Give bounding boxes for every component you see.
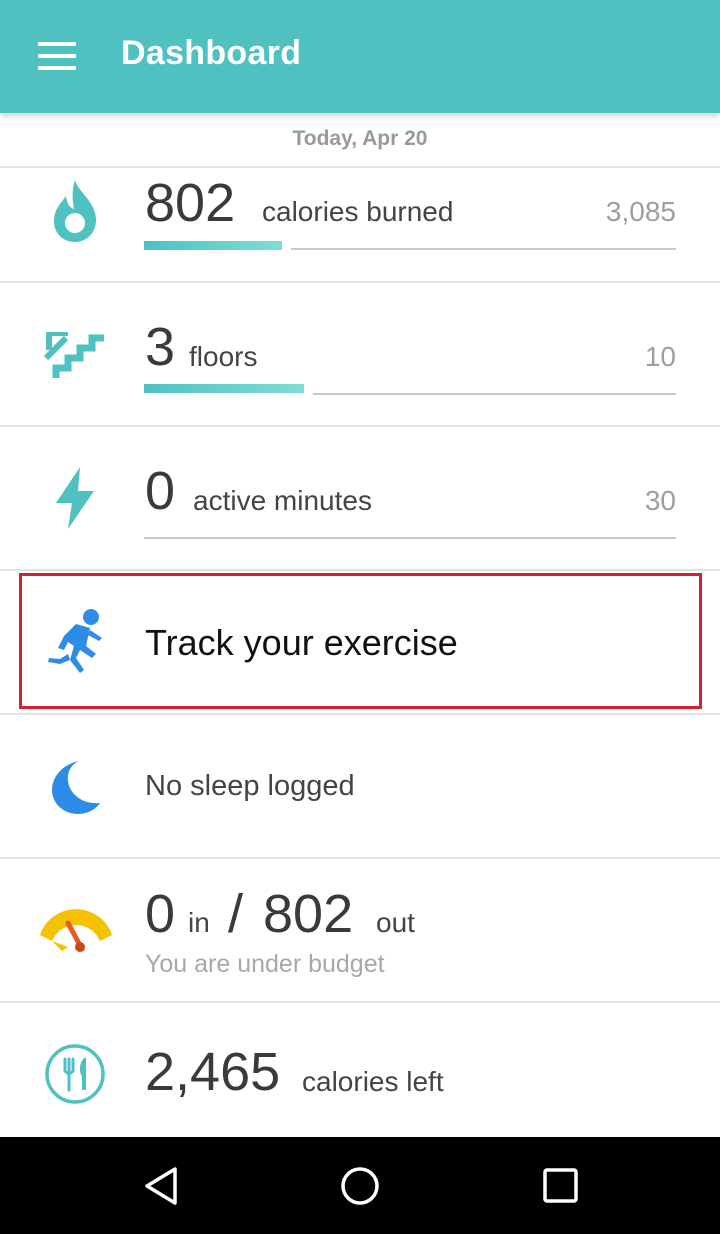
runner-icon xyxy=(48,609,102,673)
gauge-icon xyxy=(40,909,112,952)
track-exercise-label: Track your exercise xyxy=(145,622,458,663)
calories-progress-track xyxy=(291,248,676,250)
active-minutes-row[interactable]: 0 active minutes 30 xyxy=(0,427,720,569)
calories-progress-bar xyxy=(144,241,282,250)
hamburger-menu-icon[interactable] xyxy=(38,42,76,70)
floors-progress-track xyxy=(313,393,676,395)
active-minutes-progress-track xyxy=(144,537,676,539)
lightning-icon xyxy=(56,467,94,529)
budget-status: You are under budget xyxy=(145,950,385,978)
app-bar: Dashboard xyxy=(0,0,720,113)
stairs-icon xyxy=(44,332,104,378)
calories-value: 802 xyxy=(145,173,236,233)
flame-icon xyxy=(53,180,97,242)
budget-separator: / xyxy=(228,884,244,944)
date-label: Today, Apr 20 xyxy=(292,127,428,150)
active-minutes-value: 0 xyxy=(145,461,176,521)
sleep-row[interactable]: No sleep logged xyxy=(0,715,720,857)
home-circle-icon[interactable] xyxy=(335,1161,385,1211)
fork-knife-icon xyxy=(45,1044,105,1104)
calories-left-row[interactable]: 2,465 calories left xyxy=(0,1003,720,1137)
floors-progress-bar xyxy=(144,384,304,393)
page-title: Dashboard xyxy=(121,34,302,72)
calories-goal: 3,085 xyxy=(605,196,676,227)
budget-in-value: 0 xyxy=(145,884,176,944)
active-minutes-goal: 30 xyxy=(644,485,676,516)
calories-unit: calories burned xyxy=(262,196,454,227)
floors-unit: floors xyxy=(189,341,258,372)
budget-out-value: 802 xyxy=(263,884,354,944)
budget-out-label: out xyxy=(376,907,415,938)
floors-row[interactable]: 3 floors 10 xyxy=(0,283,720,425)
budget-in-label: in xyxy=(188,907,210,938)
recents-square-icon[interactable] xyxy=(535,1161,585,1211)
calories-left-value: 2,465 xyxy=(145,1042,281,1102)
calories-burned-row[interactable]: 802 calories burned 3,085 xyxy=(0,168,720,281)
sleep-label: No sleep logged xyxy=(145,770,355,802)
floors-value: 3 xyxy=(145,317,176,377)
moon-icon xyxy=(52,761,100,814)
calorie-budget-row[interactable]: 0 in / 802 out You are under budget xyxy=(0,859,720,1001)
system-navigation-bar xyxy=(0,1137,720,1234)
calories-left-label: calories left xyxy=(302,1066,444,1097)
active-minutes-unit: active minutes xyxy=(193,485,372,516)
floors-goal: 10 xyxy=(644,341,676,372)
divider xyxy=(0,569,720,571)
back-triangle-icon[interactable] xyxy=(137,1161,187,1211)
